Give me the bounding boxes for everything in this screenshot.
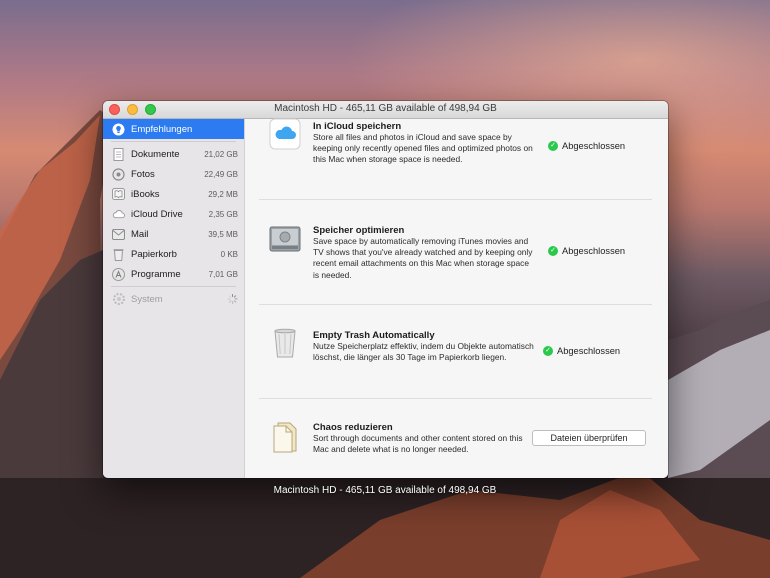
- sidebar-item-label: Fotos: [131, 168, 155, 180]
- recommendation-reduce-clutter: Chaos reduzieren Sort through documents …: [245, 403, 668, 478]
- checkmark-icon: ✓: [543, 346, 553, 356]
- mail-icon: [112, 228, 125, 241]
- review-files-button[interactable]: Dateien überprüfen: [532, 430, 646, 446]
- sidebar-item-label: iCloud Drive: [131, 208, 183, 220]
- recommendation-title: Empty Trash Automatically: [313, 330, 435, 341]
- apps-icon: [112, 267, 125, 281]
- status-completed: ✓ Abgeschlossen: [548, 246, 625, 256]
- recommendation-description: Store all files and photos in iCloud and…: [313, 132, 533, 165]
- checkmark-icon: ✓: [548, 246, 558, 256]
- checkmark-icon: ✓: [548, 141, 558, 151]
- sidebar-item-size: 21,02 GB: [204, 149, 238, 159]
- trash-icon: [112, 248, 125, 261]
- sidebar-divider: [111, 286, 236, 287]
- photos-icon: [112, 167, 125, 181]
- documents-icon: [269, 421, 301, 453]
- book-icon: [112, 188, 125, 201]
- sidebar-item-dokumente[interactable]: Dokumente 21,02 GB: [103, 144, 244, 164]
- sidebar-item-label: Mail: [131, 228, 149, 240]
- sidebar-item-fotos[interactable]: Fotos 22,49 GB: [103, 164, 244, 184]
- sidebar-item-ibooks[interactable]: iBooks 29,2 MB: [103, 184, 244, 204]
- trash-can-icon: [269, 327, 301, 359]
- recommendation-icloud: In iCloud speichern Store all files and …: [245, 101, 668, 199]
- sidebar-item-mail[interactable]: Mail 39,5 MB: [103, 224, 244, 244]
- loading-spinner-icon: [227, 294, 238, 304]
- icloud-icon: [269, 118, 301, 150]
- cloud-icon: [112, 208, 125, 221]
- recommendation-description: Sort through documents and other content…: [313, 433, 523, 455]
- recommendation-divider: [259, 398, 652, 399]
- recommendation-empty-trash: Empty Trash Automatically Nutze Speicher…: [245, 309, 668, 399]
- sidebar-item-size: 7,01 GB: [208, 269, 238, 279]
- sidebar-item-label: Empfehlungen: [131, 123, 193, 135]
- sidebar-item-size: 29,2 MB: [208, 189, 238, 199]
- sidebar-item-size: 22,49 GB: [204, 169, 238, 179]
- sidebar-item-size: 0 KB: [220, 249, 238, 259]
- storage-management-window: Macintosh HD - 465,11 GB available of 49…: [103, 101, 668, 478]
- sidebar: Empfehlungen Dokumente 21,02 GB Fotos 22…: [103, 119, 245, 478]
- status-label: Abgeschlossen: [562, 141, 626, 151]
- gear-icon: [112, 293, 125, 306]
- sidebar-item-size: 2,35 GB: [208, 209, 238, 219]
- lightbulb-icon: [112, 123, 125, 136]
- sidebar-item-label: Programme: [131, 268, 181, 280]
- recommendation-optimize-storage: Speicher optimieren Save space by automa…: [245, 204, 668, 304]
- sidebar-item-label: System: [131, 293, 163, 305]
- sidebar-item-system: System: [103, 289, 244, 309]
- status-completed: ✓ Abgeschlossen: [543, 346, 620, 356]
- status-label: Abgeschlossen: [557, 346, 621, 356]
- recommendation-divider: [259, 304, 652, 305]
- sidebar-item-empfehlungen[interactable]: Empfehlungen: [103, 119, 244, 139]
- recommendation-description: Nutze Speicherplatz effektiv, indem du O…: [313, 341, 534, 363]
- recommendation-title: In iCloud speichern: [313, 121, 402, 132]
- sidebar-item-size: 39,5 MB: [208, 229, 238, 239]
- sidebar-item-programme[interactable]: Programme 7,01 GB: [103, 264, 244, 284]
- status-label: Abgeschlossen: [562, 246, 626, 256]
- recommendation-divider: [259, 199, 652, 200]
- disk-capacity-caption: Macintosh HD - 465,11 GB available of 49…: [273, 485, 497, 496]
- document-icon: [112, 147, 125, 161]
- sidebar-item-papierkorb[interactable]: Papierkorb 0 KB: [103, 244, 244, 264]
- recommendations-panel: In iCloud speichern Store all files and …: [245, 118, 668, 478]
- recommendation-title: Chaos reduzieren: [313, 422, 393, 433]
- sidebar-item-label: iBooks: [131, 188, 160, 200]
- sidebar-item-icloud-drive[interactable]: iCloud Drive 2,35 GB: [103, 204, 244, 224]
- hard-drive-icon: [269, 222, 301, 254]
- sidebar-divider: [111, 141, 236, 142]
- sidebar-item-label: Papierkorb: [131, 248, 177, 260]
- status-completed: ✓ Abgeschlossen: [548, 141, 625, 151]
- recommendation-title: Speicher optimieren: [313, 225, 405, 236]
- recommendation-description: Save space by automatically removing iTu…: [313, 236, 533, 280]
- sidebar-item-label: Dokumente: [131, 148, 180, 160]
